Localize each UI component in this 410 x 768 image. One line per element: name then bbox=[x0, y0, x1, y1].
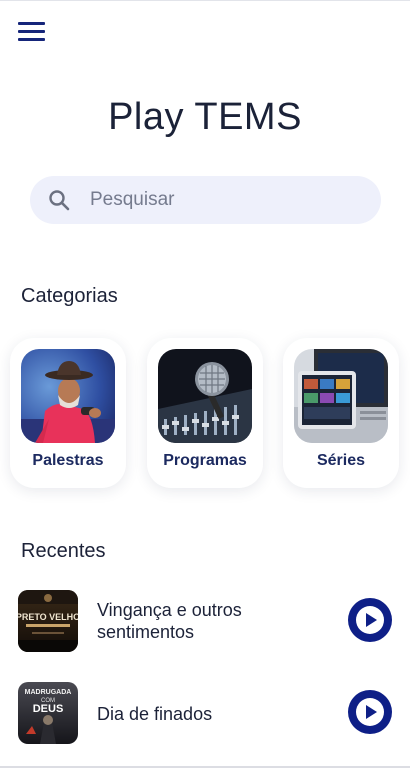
recent-thumb-text: DEUS bbox=[33, 703, 64, 715]
category-image-palestras bbox=[21, 349, 115, 443]
search-input[interactable] bbox=[90, 176, 370, 224]
category-image-programas bbox=[158, 349, 252, 443]
recent-item-title: Vingança e outros sentimentos bbox=[97, 600, 242, 642]
category-card-series[interactable]: Séries bbox=[283, 338, 399, 488]
recent-thumb-text: MADRUGADA bbox=[25, 689, 72, 696]
category-label-series: Séries bbox=[316, 452, 366, 469]
recent-heading: Recentes bbox=[21, 540, 106, 562]
search-icon bbox=[49, 190, 70, 211]
app-title: Play TEMS bbox=[108, 96, 302, 138]
play-icon bbox=[356, 606, 384, 634]
play-button[interactable] bbox=[348, 598, 392, 642]
play-icon bbox=[356, 698, 384, 726]
categories-heading: Categorias bbox=[21, 285, 118, 307]
category-label-programas: Programas bbox=[163, 452, 247, 469]
play-button[interactable] bbox=[348, 690, 392, 734]
top-divider bbox=[0, 0, 410, 1]
recent-thumb-text: PRETO VELHO bbox=[18, 612, 78, 622]
category-image-series bbox=[294, 349, 388, 443]
recent-item[interactable]: MADRUGADA COM DEUS Dia de finados bbox=[0, 682, 410, 746]
search-bar[interactable] bbox=[30, 176, 381, 224]
category-label-palestras: Palestras bbox=[32, 452, 104, 469]
recent-thumbnail: MADRUGADA COM DEUS bbox=[18, 682, 78, 744]
recent-item-title: Dia de finados bbox=[97, 704, 213, 724]
category-card-programas[interactable]: Programas bbox=[147, 338, 263, 488]
category-card-palestras[interactable]: Palestras bbox=[10, 338, 126, 488]
hamburger-menu-icon[interactable] bbox=[16, 20, 48, 44]
recent-item[interactable]: PRETO VELHO Vingança e outros sentimento… bbox=[0, 590, 410, 654]
recent-thumbnail: PRETO VELHO bbox=[18, 590, 78, 652]
